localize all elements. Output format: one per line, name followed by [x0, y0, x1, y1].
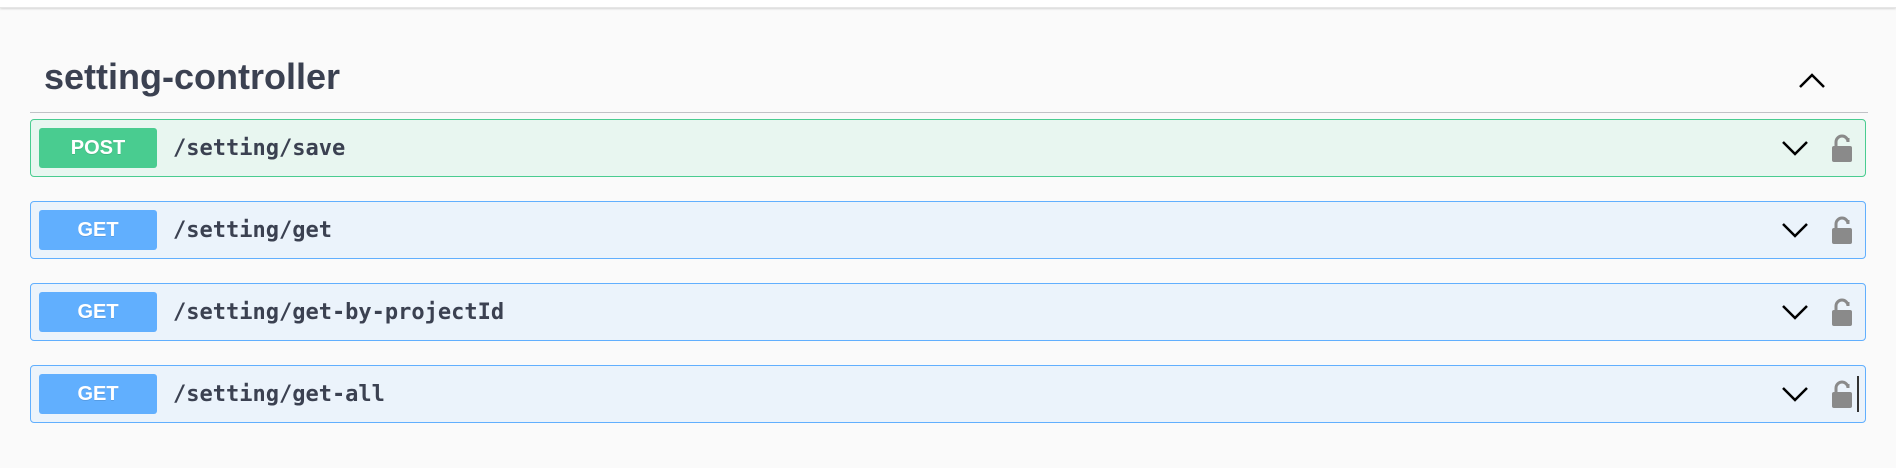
unlocked-padlock-icon: [1832, 134, 1852, 162]
operation-controls: [1775, 366, 1865, 422]
operation-controls: [1775, 284, 1865, 340]
operation-get-setting-get[interactable]: GET /setting/get: [30, 201, 1866, 259]
section-title: setting-controller: [44, 56, 341, 97]
authorize-button[interactable]: [1827, 292, 1857, 332]
unlocked-padlock-icon: [1832, 380, 1852, 408]
method-badge: GET: [39, 292, 157, 332]
text-cursor: [1857, 376, 1859, 412]
operation-get-setting-get-all[interactable]: GET /setting/get-all: [30, 365, 1866, 423]
operation-controls: [1775, 120, 1865, 176]
collapse-button[interactable]: [1792, 60, 1832, 100]
section-header[interactable]: setting-controller: [30, 30, 1868, 113]
expand-operation-button[interactable]: [1775, 128, 1815, 168]
operation-path: /setting/save: [173, 135, 346, 161]
operation-post-setting-save[interactable]: POST /setting/save: [30, 119, 1866, 177]
operation-controls: [1775, 202, 1865, 258]
expand-operation-button[interactable]: [1775, 292, 1815, 332]
expand-operation-button[interactable]: [1775, 210, 1815, 250]
unlocked-padlock-icon: [1832, 216, 1852, 244]
operation-path: /setting/get-all: [173, 381, 385, 407]
chevron-up-icon: [1799, 73, 1825, 88]
authorize-button[interactable]: [1827, 210, 1857, 250]
chevron-down-icon: [1782, 387, 1808, 402]
chevron-down-icon: [1782, 305, 1808, 320]
method-badge: GET: [39, 210, 157, 250]
operation-path: /setting/get-by-projectId: [173, 299, 505, 325]
chevron-down-icon: [1782, 223, 1808, 238]
top-divider: [0, 0, 1896, 8]
expand-operation-button[interactable]: [1775, 374, 1815, 414]
method-badge: GET: [39, 374, 157, 414]
authorize-button[interactable]: [1827, 128, 1857, 168]
setting-controller-section: setting-controller POST /setting/save GE…: [30, 30, 1868, 423]
method-badge: POST: [39, 128, 157, 168]
chevron-down-icon: [1782, 141, 1808, 156]
authorize-button[interactable]: [1827, 374, 1859, 414]
unlocked-padlock-icon: [1832, 298, 1852, 326]
operation-path: /setting/get: [173, 217, 332, 243]
operation-get-setting-get-by-projectid[interactable]: GET /setting/get-by-projectId: [30, 283, 1866, 341]
